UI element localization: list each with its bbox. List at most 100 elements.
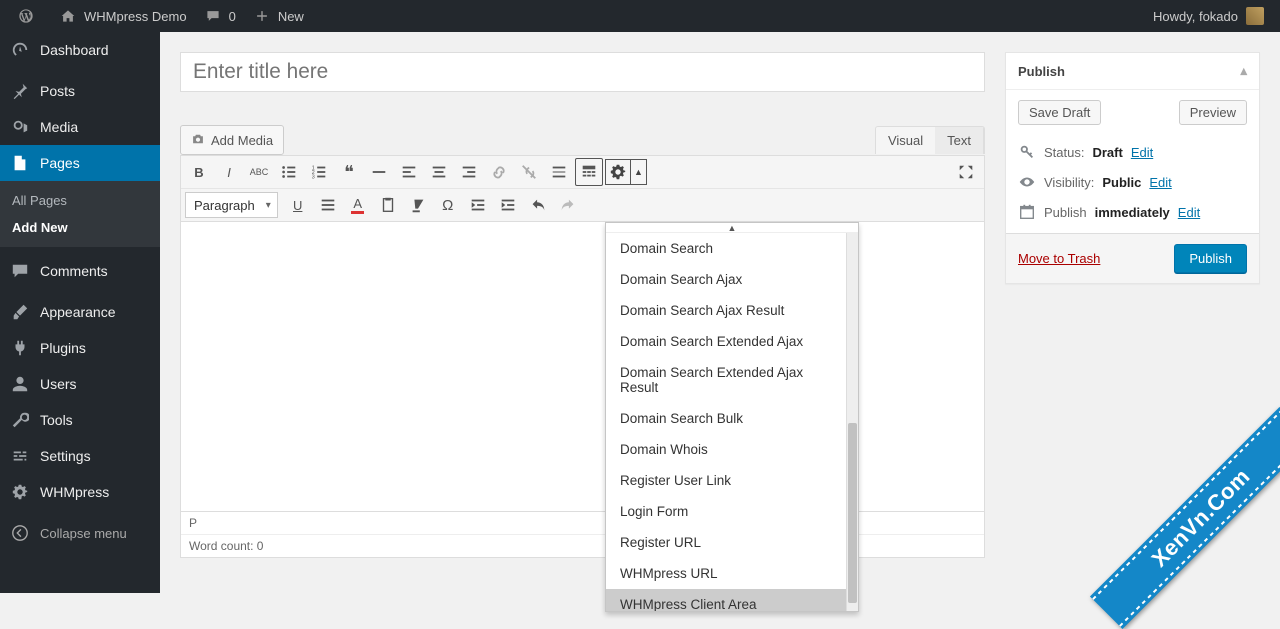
admin-sidebar: Dashboard Posts Media Pages All Pages Ad… (0, 32, 160, 593)
chevron-up-icon[interactable]: ▴ (1240, 63, 1247, 79)
sidebar-item-plugins[interactable]: Plugins (0, 330, 160, 366)
editor-toolbar: B I ABC 123 ❝ ▲ (180, 155, 985, 222)
unlink-button[interactable] (515, 158, 543, 186)
italic-button[interactable]: I (215, 158, 243, 186)
dropdown-item[interactable]: Domain Search Ajax Result (606, 295, 858, 326)
comments-link[interactable]: 0 (195, 0, 244, 32)
site-name: WHMpress Demo (84, 9, 187, 24)
redo-button[interactable] (554, 191, 582, 219)
dropdown-item[interactable]: Domain Search Ajax (606, 264, 858, 295)
strike-button[interactable]: ABC (245, 158, 273, 186)
site-name-link[interactable]: WHMpress Demo (50, 0, 195, 32)
gear-icon (606, 163, 630, 181)
move-to-trash-link[interactable]: Move to Trash (1018, 251, 1100, 266)
clear-format-button[interactable] (404, 191, 432, 219)
bullet-list-button[interactable] (275, 158, 303, 186)
sidebar-item-label: Media (40, 119, 78, 135)
brush-icon (10, 302, 30, 322)
word-count: Word count: 0 (181, 535, 984, 557)
tab-visual[interactable]: Visual (876, 127, 935, 154)
sidebar-item-posts[interactable]: Posts (0, 73, 160, 109)
dropdown-item[interactable]: Login Form (606, 496, 858, 527)
sidebar-item-whmpress[interactable]: WHMpress (0, 474, 160, 510)
calendar-icon (1018, 203, 1036, 221)
sidebar-item-label: Appearance (40, 304, 116, 320)
sidebar-item-label: Posts (40, 83, 75, 99)
edit-visibility-link[interactable]: Edit (1149, 175, 1171, 190)
more-button[interactable] (545, 158, 573, 186)
sidebar-item-comments[interactable]: Comments (0, 253, 160, 289)
fullscreen-button[interactable] (952, 158, 980, 186)
hr-button[interactable] (365, 158, 393, 186)
justify-button[interactable] (314, 191, 342, 219)
new-content-link[interactable]: New (244, 0, 312, 32)
sidebar-item-appearance[interactable]: Appearance (0, 294, 160, 330)
dropdown-item[interactable]: Domain Search Bulk (606, 403, 858, 434)
bold-button[interactable]: B (185, 158, 213, 186)
edit-schedule-link[interactable]: Edit (1178, 205, 1200, 220)
publish-button[interactable]: Publish (1174, 244, 1247, 273)
status-label: Status: (1044, 145, 1084, 160)
svg-text:3: 3 (312, 174, 315, 180)
element-path[interactable]: P (181, 512, 984, 535)
sliders-icon (10, 446, 30, 466)
title-input[interactable] (180, 52, 985, 92)
quote-button[interactable]: ❝ (335, 158, 363, 186)
collapse-menu[interactable]: Collapse menu (0, 515, 160, 551)
collapse-label: Collapse menu (40, 526, 127, 541)
dropdown-item[interactable]: WHMpress URL (606, 558, 858, 589)
add-media-button[interactable]: Add Media (180, 125, 284, 155)
paste-text-button[interactable] (374, 191, 402, 219)
dropdown-item[interactable]: Register URL (606, 527, 858, 558)
editor-content[interactable]: ▲ Domain SearchDomain Search AjaxDomain … (180, 222, 985, 512)
dropdown-item[interactable]: Domain Whois (606, 434, 858, 465)
chevron-up-icon: ▲ (630, 160, 646, 184)
submenu-all-pages[interactable]: All Pages (0, 187, 160, 214)
sidebar-item-label: Plugins (40, 340, 86, 356)
edit-status-link[interactable]: Edit (1131, 145, 1153, 160)
scroll-up-indicator[interactable]: ▲ (606, 223, 858, 233)
pin-icon (10, 81, 30, 101)
align-right-button[interactable] (455, 158, 483, 186)
plus-icon (252, 6, 272, 26)
sidebar-item-dashboard[interactable]: Dashboard (0, 32, 160, 68)
sidebar-item-settings[interactable]: Settings (0, 438, 160, 474)
publish-panel-header[interactable]: Publish ▴ (1006, 53, 1259, 90)
toolbar-toggle-button[interactable] (575, 158, 603, 186)
wp-logo[interactable] (8, 0, 50, 32)
indent-button[interactable] (494, 191, 522, 219)
save-draft-button[interactable]: Save Draft (1018, 100, 1101, 125)
home-icon (58, 6, 78, 26)
dropdown-item[interactable]: WHMpress Client Area (606, 589, 858, 611)
sidebar-item-pages[interactable]: Pages (0, 145, 160, 181)
align-left-button[interactable] (395, 158, 423, 186)
outdent-button[interactable] (464, 191, 492, 219)
sidebar-item-label: Users (40, 376, 77, 392)
sidebar-item-tools[interactable]: Tools (0, 402, 160, 438)
gear-icon (10, 482, 30, 502)
align-center-button[interactable] (425, 158, 453, 186)
comment-icon (10, 261, 30, 281)
dashboard-icon (10, 40, 30, 60)
special-char-button[interactable]: Ω (434, 191, 462, 219)
dropdown-item[interactable]: Domain Search (606, 233, 858, 264)
dropdown-item[interactable]: Register User Link (606, 465, 858, 496)
sidebar-item-media[interactable]: Media (0, 109, 160, 145)
sidebar-item-users[interactable]: Users (0, 366, 160, 402)
underline-button[interactable]: U (284, 191, 312, 219)
dropdown-item[interactable]: Domain Search Extended Ajax Result (606, 357, 858, 403)
whmpress-shortcode-dropdown[interactable]: ▲ (605, 159, 647, 185)
dropdown-item[interactable]: Domain Search Extended Ajax (606, 326, 858, 357)
submenu-add-new[interactable]: Add New (0, 214, 160, 241)
text-color-button[interactable]: A (344, 191, 372, 219)
tab-text[interactable]: Text (935, 127, 984, 154)
link-button[interactable] (485, 158, 513, 186)
sidebar-item-label: Settings (40, 448, 91, 464)
my-account[interactable]: Howdy, fokado (1145, 0, 1272, 32)
undo-button[interactable] (524, 191, 552, 219)
editor-status-bar: P Word count: 0 (180, 512, 985, 558)
format-select[interactable]: Paragraph (185, 192, 278, 218)
dropdown-scrollbar[interactable] (846, 233, 858, 611)
preview-button[interactable]: Preview (1179, 100, 1247, 125)
number-list-button[interactable]: 123 (305, 158, 333, 186)
